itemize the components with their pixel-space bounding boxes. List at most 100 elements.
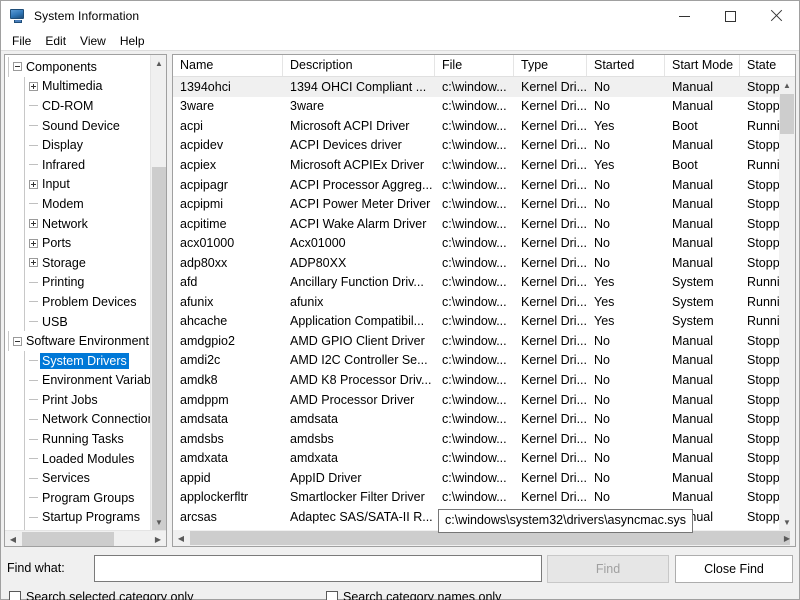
tree-item-cd-rom[interactable]: CD-ROM [5, 96, 151, 116]
table-row[interactable]: amdi2cAMD I2C Controller Se...c:\window.… [173, 351, 779, 371]
tree-hscroll-thumb[interactable] [22, 532, 114, 546]
cell-description: AMD I2C Controller Se... [283, 352, 435, 368]
tree-item-storage[interactable]: Storage [5, 253, 151, 273]
expand-icon[interactable] [29, 239, 38, 248]
tree-scroll-up-icon[interactable]: ▲ [151, 55, 167, 71]
close-find-button[interactable]: Close Find [675, 555, 793, 583]
menu-item-file[interactable]: File [5, 32, 38, 50]
tree-item-print-jobs[interactable]: Print Jobs [5, 390, 151, 410]
tree-scroll-right-icon[interactable]: ▶ [150, 531, 166, 547]
table-row[interactable]: acpiMicrosoft ACPI Driverc:\window...Ker… [173, 116, 779, 136]
tree-item-infrared[interactable]: Infrared [5, 155, 151, 175]
cell-description: AMD GPIO Client Driver [283, 333, 435, 349]
close-button[interactable] [753, 1, 799, 31]
tree-item-network-connections[interactable]: Network Connections [5, 410, 151, 430]
drivers-list-pane: NameDescriptionFileTypeStartedStart Mode… [172, 54, 796, 547]
table-row[interactable]: amdsataamdsatac:\window...Kernel Dri...N… [173, 409, 779, 429]
category-tree[interactable]: ComponentsMultimediaCD-ROMSound DeviceDi… [5, 55, 151, 530]
list-scroll-left-icon[interactable]: ◀ [173, 530, 189, 546]
cell-start-mode: Manual [665, 235, 740, 251]
table-row[interactable]: acpipagrACPI Processor Aggreg...c:\windo… [173, 175, 779, 195]
list-vscroll-thumb[interactable] [780, 94, 794, 134]
tree-item-modem[interactable]: Modem [5, 194, 151, 214]
tree-indent [5, 155, 29, 175]
tree-leaf-connector [29, 517, 38, 518]
table-row[interactable]: amdxataamdxatac:\window...Kernel Dri...N… [173, 448, 779, 468]
table-row[interactable]: appidAppID Driverc:\window...Kernel Dri.… [173, 468, 779, 488]
table-row[interactable]: acpipmiACPI Power Meter Driverc:\window.… [173, 194, 779, 214]
menu-item-help[interactable]: Help [113, 32, 152, 50]
column-header-started[interactable]: Started [587, 55, 665, 76]
list-scroll-up-icon[interactable]: ▲ [779, 77, 795, 93]
table-row[interactable]: amdsbsamdsbsc:\window...Kernel Dri...NoM… [173, 429, 779, 449]
collapse-icon[interactable] [13, 62, 22, 71]
tree-item-sound-device[interactable]: Sound Device [5, 116, 151, 136]
tree-indent [5, 371, 29, 391]
table-row[interactable]: adp80xxADP80XXc:\window...Kernel Dri...N… [173, 253, 779, 273]
tree-item-system-drivers[interactable]: System Drivers [5, 351, 151, 371]
tree-item-problem-devices[interactable]: Problem Devices [5, 292, 151, 312]
tree-item-startup-programs[interactable]: Startup Programs [5, 508, 151, 528]
tree-item-services[interactable]: Services [5, 468, 151, 488]
expand-icon[interactable] [29, 258, 38, 267]
table-row[interactable]: applockerfltrSmartlocker Filter Driverc:… [173, 487, 779, 507]
list-scroll-down-icon[interactable]: ▼ [779, 514, 795, 530]
tree-horizontal-scrollbar[interactable]: ◀ ▶ [5, 530, 166, 546]
tree-item-ports[interactable]: Ports [5, 233, 151, 253]
column-header-state[interactable]: State [740, 55, 796, 76]
minimize-button[interactable] [661, 1, 707, 31]
table-row[interactable]: amdgpio2AMD GPIO Client Driverc:\window.… [173, 331, 779, 351]
table-row[interactable]: acpidevACPI Devices driverc:\window...Ke… [173, 136, 779, 156]
expand-icon[interactable] [29, 82, 38, 91]
table-row[interactable]: ahcacheApplication Compatibil...c:\windo… [173, 312, 779, 332]
table-row[interactable]: acpiexMicrosoft ACPIEx Driverc:\window..… [173, 155, 779, 175]
tree-item-usb[interactable]: USB [5, 312, 151, 332]
find-button[interactable]: Find [547, 555, 669, 583]
tree-scroll-left-icon[interactable]: ◀ [5, 531, 21, 547]
expand-icon[interactable] [29, 180, 38, 189]
menu-item-view[interactable]: View [73, 32, 113, 50]
tree-item-running-tasks[interactable]: Running Tasks [5, 429, 151, 449]
table-row[interactable]: afunixafunixc:\window...Kernel Dri...Yes… [173, 292, 779, 312]
tree-item-input[interactable]: Input [5, 175, 151, 195]
search-input[interactable] [94, 555, 542, 582]
cell-state: Stopp [740, 470, 779, 486]
tree-item-display[interactable]: Display [5, 135, 151, 155]
column-header-description[interactable]: Description [283, 55, 435, 76]
table-row[interactable]: afdAncillary Function Driv...c:\window..… [173, 272, 779, 292]
list-vertical-scrollbar[interactable]: ▲ ▼ [779, 77, 795, 530]
tree-vertical-scrollbar[interactable]: ▲ ▼ [150, 55, 166, 530]
table-row[interactable]: amdppmAMD Processor Driverc:\window...Ke… [173, 390, 779, 410]
tree-item-loaded-modules[interactable]: Loaded Modules [5, 449, 151, 469]
maximize-button[interactable] [707, 1, 753, 31]
table-row[interactable]: 3ware3warec:\window...Kernel Dri...NoMan… [173, 97, 779, 117]
table-row[interactable]: acx01000Acx01000c:\window...Kernel Dri..… [173, 233, 779, 253]
table-row[interactable]: acpitimeACPI Wake Alarm Driverc:\window.… [173, 214, 779, 234]
column-header-type[interactable]: Type [514, 55, 587, 76]
tree-leaf-connector [29, 321, 38, 322]
expand-icon[interactable] [29, 219, 38, 228]
tree-scroll-down-icon[interactable]: ▼ [151, 514, 167, 530]
list-body[interactable]: 1394ohci1394 OHCI Compliant ...c:\window… [173, 77, 779, 530]
cell-start-mode: Manual [665, 431, 740, 447]
column-header-start-mode[interactable]: Start Mode [665, 55, 740, 76]
tree-vscroll-thumb[interactable] [152, 167, 166, 532]
menu-item-edit[interactable]: Edit [38, 32, 73, 50]
search-selected-category-checkbox[interactable]: Search selected category only [9, 590, 193, 600]
search-category-names-checkbox[interactable]: Search category names only [326, 590, 501, 600]
collapse-icon[interactable] [13, 337, 22, 346]
table-row[interactable]: amdk8AMD K8 Processor Driv...c:\window..… [173, 370, 779, 390]
list-hscroll-thumb[interactable] [190, 531, 790, 545]
column-header-name[interactable]: Name [173, 55, 283, 76]
tree-item-program-groups[interactable]: Program Groups [5, 488, 151, 508]
cell-description: ACPI Devices driver [283, 137, 435, 153]
list-scroll-right-icon[interactable]: ▶ [779, 530, 795, 546]
tree-item-network[interactable]: Network [5, 214, 151, 234]
tree-item-software-environment[interactable]: Software Environment [5, 331, 151, 351]
tree-item-components[interactable]: Components [5, 57, 151, 77]
tree-item-printing[interactable]: Printing [5, 273, 151, 293]
tree-item-multimedia[interactable]: Multimedia [5, 77, 151, 97]
column-header-file[interactable]: File [435, 55, 514, 76]
tree-item-environment-variables[interactable]: Environment Variables [5, 371, 151, 391]
table-row[interactable]: 1394ohci1394 OHCI Compliant ...c:\window… [173, 77, 779, 97]
